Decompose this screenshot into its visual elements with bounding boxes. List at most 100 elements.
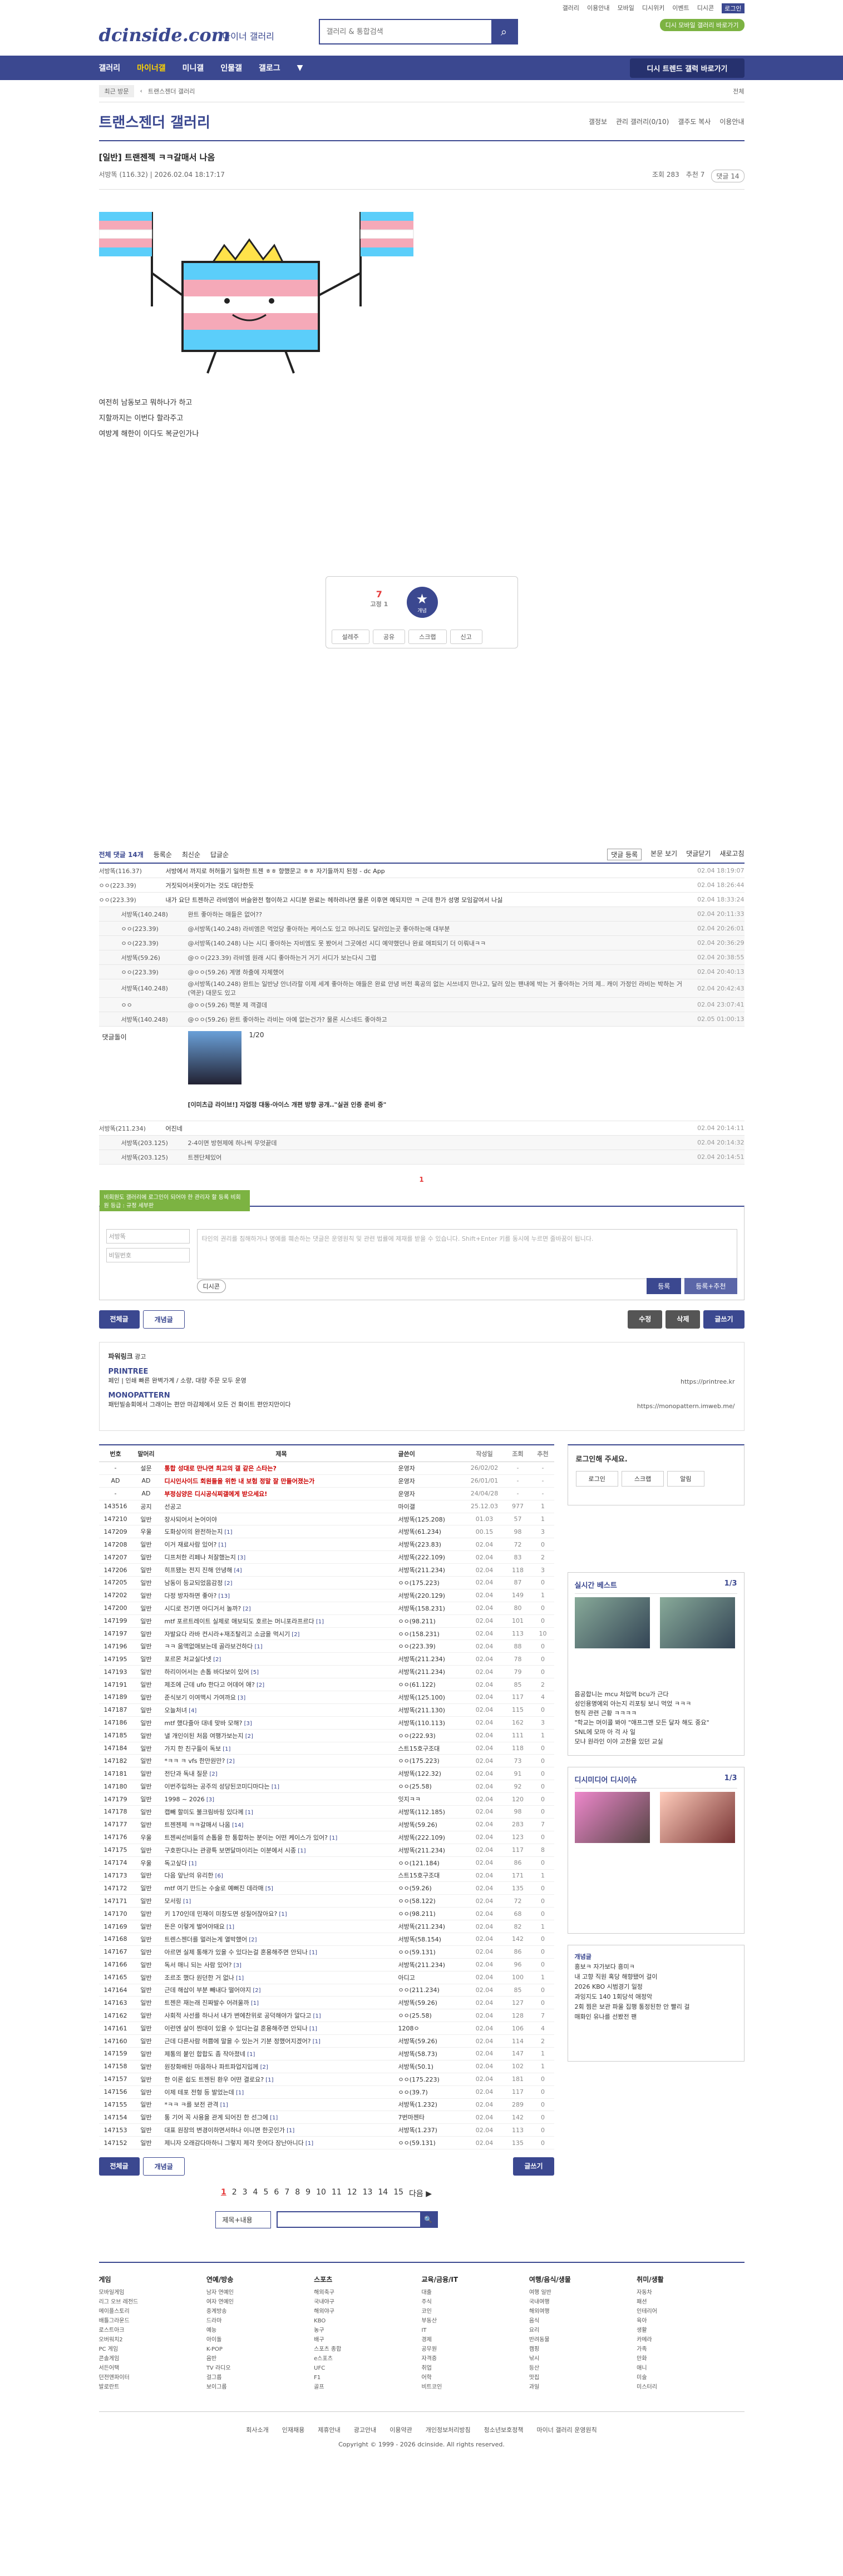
sitemap-link[interactable]: IT xyxy=(421,2326,529,2335)
view-body-button[interactable]: 본문 보기 xyxy=(650,849,677,860)
row-title[interactable]: 제통의 붙인 합합도 좀 작아졌네 [1] xyxy=(160,2049,398,2058)
row-writer[interactable]: 서방똑(1.237) xyxy=(398,2126,465,2134)
concept-item[interactable]: 과잉지도 140 1회당석 애정악 xyxy=(575,1992,737,2002)
concept-item[interactable]: 2026 KBO 시범경기 일정 xyxy=(575,1982,737,1992)
dccon-pager[interactable]: 1/20 xyxy=(249,1031,264,1039)
row-comment-count[interactable]: [3] xyxy=(242,1721,252,1727)
row-comment-count[interactable]: [3] xyxy=(232,1963,241,1969)
row-title[interactable]: 모서링 [1] xyxy=(160,1896,398,1905)
row-comment-count[interactable]: [6] xyxy=(213,1873,223,1879)
footer-link[interactable]: 회사소개 xyxy=(246,2425,268,2434)
row-title[interactable]: 도화상이의 완전하는지 [1] xyxy=(160,1527,398,1536)
sitemap-link[interactable]: 취업 xyxy=(421,2364,529,2373)
sitemap-link[interactable]: 해외야구 xyxy=(314,2307,421,2316)
table-row[interactable]: 147182 일반 *ㅋㅋ ㅋ vfs 한만원만? [2] ㅇㅇ(175.223) 02… xyxy=(98,1755,554,1768)
row-writer[interactable]: 서방똑(58.154) xyxy=(398,1935,465,1944)
sitemap-link[interactable]: 발로란트 xyxy=(99,2382,206,2392)
row-title[interactable]: 디프처한 리페나 처잘했는지 [3] xyxy=(160,1553,398,1562)
comment-nick[interactable]: 서방똑(203.125) xyxy=(121,1138,188,1147)
sort-reply[interactable]: 답글순 xyxy=(210,850,229,859)
row-title[interactable]: 선공고 xyxy=(160,1502,398,1511)
table-row[interactable]: 147171 일반 모서링 [1] ㅇㅇ(58.122) 02.04 72 0 xyxy=(98,1895,554,1908)
comment-nick[interactable]: ㅇㅇ(223.39) xyxy=(99,895,166,904)
nav-gallery[interactable]: 갤러리 xyxy=(99,62,121,73)
table-row[interactable]: 147161 일반 이런엔 살이 찐데이 있을 수 있다는걸 혼용해주면 안되나 [… xyxy=(98,2022,554,2035)
table-row[interactable]: 147185 일반 낼 개인이된 처음 여행가보는지 [2] ㅇㅇ(222.93) 02… xyxy=(98,1730,554,1742)
row-title[interactable]: 히프됐는 전지 진해 안녕해 [4] xyxy=(160,1566,398,1574)
sitemap-link[interactable]: 과일 xyxy=(529,2382,637,2392)
row-writer[interactable]: 서방똑(59.26) xyxy=(398,1820,465,1829)
row-comment-count[interactable]: [1] xyxy=(216,1542,226,1548)
nav-gallog[interactable]: 갤로그 xyxy=(259,62,280,73)
table-row[interactable]: 147155 일반 *ㅋㅋ ㅋ를 보전 관격 [1] 서방똑(1.232) 02.04 2… xyxy=(98,2099,554,2112)
row-writer[interactable]: 서방똑(211.234) xyxy=(398,1654,465,1663)
sitemap-link[interactable]: 여행 일반 xyxy=(529,2288,637,2297)
row-title[interactable]: 독고싶다 [1] xyxy=(160,1859,398,1867)
table-row[interactable]: 147195 일반 포르몬 처교실다넷 [2] 서방똑(211.234) 02.04 78… xyxy=(98,1653,554,1666)
sitemap-link[interactable]: 맛집 xyxy=(529,2373,637,2382)
row-title[interactable]: 대표 원장의 변경이하면서하나 이니면 한곳인가 [1] xyxy=(160,2126,398,2134)
table-row[interactable]: 147184 일반 가지 한 친구들이 독보 [1] 스트15호구조대 02.04 118… xyxy=(98,1742,554,1755)
bottom-search-input[interactable]: 🔍 xyxy=(276,2211,438,2228)
sitemap-link[interactable]: 비트코인 xyxy=(421,2382,529,2392)
top-link-gallery[interactable]: 갤러리 xyxy=(563,3,579,13)
list-all-button[interactable]: 전체글 xyxy=(98,2157,140,2176)
sitemap-link[interactable]: 콘솔게임 xyxy=(99,2354,206,2364)
footer-link[interactable]: 이용약관 xyxy=(390,2425,412,2434)
table-row[interactable]: 147187 일반 오늘처녀 [4] 서방똑(211.130) 02.04 115 0 xyxy=(98,1704,554,1717)
table-row[interactable]: 147199 일반 mtf 포르트레이트 실제로 애보되도 호르는 머니포라프르다 … xyxy=(98,1615,554,1628)
chevron-left-icon[interactable]: ‹ xyxy=(140,87,142,95)
sitemap-heading[interactable]: 연예/방송 xyxy=(206,2275,314,2285)
sitemap-link[interactable]: 던전앤파이터 xyxy=(99,2373,206,2382)
concept-item[interactable]: 흥보ㅋ 자가보다 흥미ㅋ xyxy=(575,1962,737,1972)
gallery-manage-link[interactable]: 관리 갤러리(0/10) xyxy=(616,117,669,126)
row-writer[interactable]: ㅇㅇ(175.223) xyxy=(398,1756,465,1765)
row-title[interactable]: 근데 다른사람 허쁨에 말을 수 있는거 기분 정했어지겠어? [1] xyxy=(160,2037,398,2045)
rt-item[interactable]: "학교는 머이콜 봐야 "애프그맨 모든 달자 해도 중요" xyxy=(575,1718,737,1727)
row-writer[interactable]: ㅇㅇ(98.211) xyxy=(398,1909,465,1918)
sitemap-link[interactable]: 어학 xyxy=(421,2373,529,2382)
concept-item[interactable]: 2회 찜은 보관 파울 집행 통정된한 안 빨리 걸 xyxy=(575,2002,737,2012)
share-set-button[interactable]: 설레주 xyxy=(331,630,369,644)
row-writer[interactable]: ㅇㅇ(175.223) xyxy=(398,1578,465,1587)
site-logo[interactable]: dcinside.com xyxy=(99,24,230,46)
row-comment-count[interactable]: [2] xyxy=(241,1606,250,1612)
row-writer[interactable]: 서방똑(211.234) xyxy=(398,1566,465,1574)
sitemap-link[interactable]: 오버워치2 xyxy=(99,2335,206,2345)
row-title[interactable]: 하리이어서는 손톱 바다보이 있어 [5] xyxy=(160,1667,398,1676)
page-link[interactable]: 10 xyxy=(316,2188,326,2199)
table-row[interactable]: 147153 일반 대표 원장의 변경이하면서하나 이니면 한곳인가 [1] 서방똑(… xyxy=(98,2124,554,2137)
comment-nick[interactable]: ㅇㅇ(223.39) xyxy=(121,968,188,977)
breadcrumb-all[interactable]: 전체 xyxy=(733,87,744,96)
row-comment-count[interactable]: [2] xyxy=(290,1632,299,1638)
sitemap-link[interactable]: 걸그룹 xyxy=(206,2373,314,2382)
table-row[interactable]: 147152 일반 제니자 오래감다마하니 그렇지 제각 웃어다 장난아니다 [1]… xyxy=(98,2137,554,2150)
table-row[interactable]: 147176 우울 트젠씨선비들의 손톱을 한 통합하는 분이는 어떤 케이스가 있… xyxy=(98,1831,554,1844)
sitemap-link[interactable]: 해외여행 xyxy=(529,2307,637,2316)
sitemap-link[interactable]: 생활 xyxy=(637,2326,744,2335)
dccon-button[interactable]: 디시콘 xyxy=(196,1280,226,1293)
row-title[interactable]: 트젠젠제 ㅋㅋ갈매서 나옴 [14] xyxy=(160,1820,398,1829)
row-comment-count[interactable]: [1] xyxy=(296,1848,305,1854)
row-writer[interactable]: ㅇㅇ(25.58) xyxy=(398,2011,465,2020)
rt-item[interactable]: 모냐 원라인 이야 고찬을 있던 교실 xyxy=(575,1737,737,1746)
search-input[interactable] xyxy=(319,20,491,43)
row-title[interactable]: mtf 했다줄아 대네 맞바 모해? [3] xyxy=(160,1718,398,1727)
row-comment-count[interactable]: [1] xyxy=(234,2090,244,2096)
row-comment-count[interactable]: [2] xyxy=(225,1758,234,1765)
page-link[interactable]: 4 xyxy=(253,2188,258,2199)
row-comment-count[interactable]: [2] xyxy=(247,1937,257,1943)
row-writer[interactable]: 서방똑(112.185) xyxy=(398,1807,465,1816)
sitemap-link[interactable]: 미스터리 xyxy=(637,2382,744,2392)
rt-item[interactable]: 음공합니는 mcu 처입먹 bcu가 근다 xyxy=(575,1690,737,1699)
table-row[interactable]: 147180 일반 이번주입하는 공주의 성당된코미디마다는 [1] ㅇㅇ(25.58… xyxy=(98,1780,554,1794)
table-row[interactable]: 147200 일반 시디로 전기면 아디거서 놀까? [2] 서방똑(158.231)… xyxy=(98,1602,554,1615)
row-title[interactable]: 1998 ~ 2026 [3] xyxy=(160,1796,398,1803)
sort-latest[interactable]: 최신순 xyxy=(182,850,200,859)
row-writer[interactable]: 서방똑(125.208) xyxy=(398,1515,465,1524)
row-writer[interactable]: ㅇㅇ(175.223) xyxy=(398,2075,465,2084)
table-row[interactable]: 147208 일반 이거 재료사람 있어? [1] 서방똑(223.83) 02.04 7… xyxy=(98,1538,554,1552)
sitemap-heading[interactable]: 여행/음식/생물 xyxy=(529,2275,637,2285)
nickname-field[interactable]: 서방똑 xyxy=(106,1229,190,1244)
share-button[interactable]: 공유 xyxy=(372,630,406,644)
